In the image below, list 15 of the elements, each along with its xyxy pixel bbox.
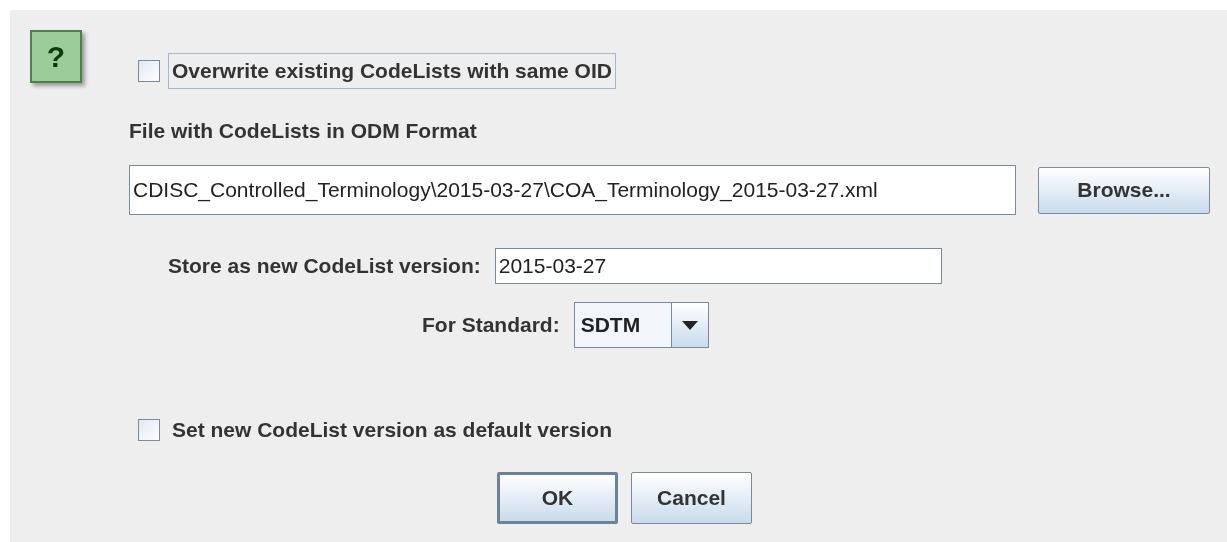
checkbox[interactable] — [138, 418, 160, 441]
file-path-field[interactable]: CDISC_Controlled_Terminology\2015-03-27\COA_Terminology_2015-03-27.xml — [129, 165, 1016, 215]
standard-dropdown[interactable]: SDTM — [573, 302, 709, 348]
browse-button[interactable]: Browse... — [1038, 166, 1210, 214]
cancel-button[interactable]: Cancel — [631, 471, 752, 524]
help-icon: ? — [30, 30, 82, 83]
file-label: File with CodeLists in ODM Format — [129, 117, 478, 144]
checkbox-label[interactable]: Set new CodeList version as default version — [168, 412, 616, 448]
checkbox-label[interactable]: Overwrite existing CodeLists with same OID — [168, 53, 616, 89]
ok-button[interactable]: OK — [497, 471, 618, 524]
version-field[interactable]: 2015-03-27 — [494, 248, 942, 284]
caret-icon — [681, 320, 698, 330]
checkbox[interactable] — [138, 59, 160, 82]
standard-label: For Standard: — [422, 312, 560, 339]
version-label: Store as new CodeList version: — [168, 253, 481, 280]
